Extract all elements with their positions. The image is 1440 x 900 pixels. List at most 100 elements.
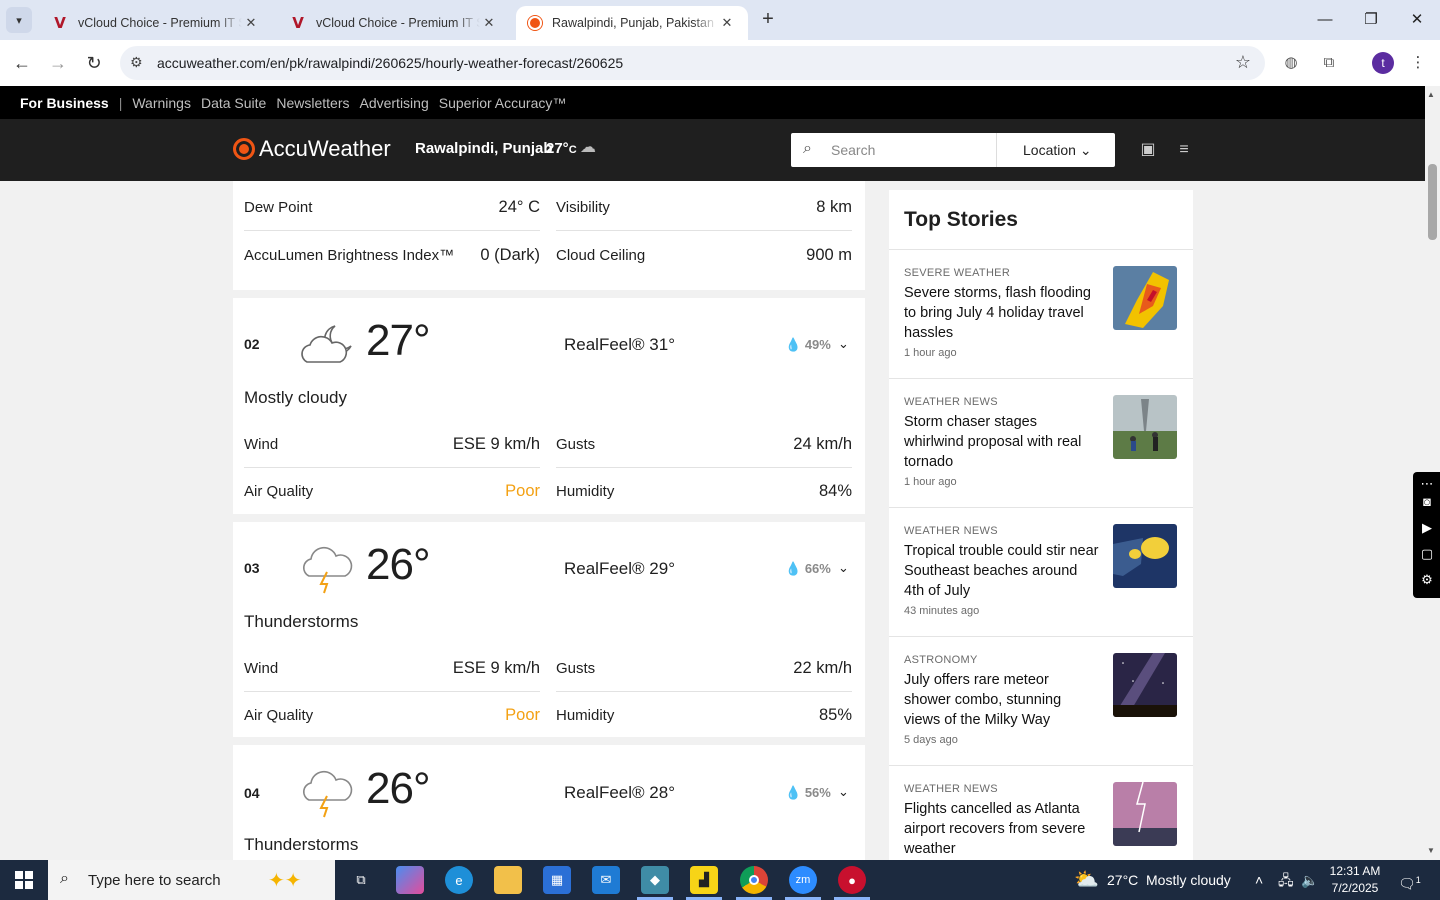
copilot-icon[interactable] (396, 866, 424, 894)
close-tab-icon[interactable]: ✕ (718, 15, 736, 31)
sticky-notes-icon[interactable]: ▟ (690, 866, 718, 894)
profile-avatar[interactable]: t (1372, 52, 1394, 74)
start-button[interactable] (0, 860, 48, 900)
story-age: 1 hour ago (904, 476, 957, 488)
site-info-icon[interactable]: ⚙ (130, 54, 143, 71)
current-location[interactable]: Rawalpindi, Punjab (415, 140, 553, 157)
expand-chevron-icon[interactable]: ⌄ (838, 560, 849, 576)
translate-icon[interactable]: ◍ (1280, 52, 1302, 74)
warnings-link[interactable]: Warnings (132, 95, 191, 111)
video-icon[interactable]: ▣ (1137, 139, 1159, 161)
lightning-thumbnail[interactable] (1113, 782, 1177, 846)
story-headline[interactable]: July offers rare meteor shower combo, st… (904, 670, 1099, 730)
close-window-icon[interactable]: ✕ (1394, 0, 1440, 40)
story-item[interactable]: SEVERE WEATHER Severe storms, flash floo… (889, 249, 1193, 378)
chevron-down-icon: ⌄ (1079, 142, 1092, 158)
restore-icon[interactable]: ❐ (1348, 0, 1394, 40)
url-text[interactable]: accuweather.com/en/pk/rawalpindi/260625/… (157, 55, 623, 71)
data-suite-link[interactable]: Data Suite (201, 95, 266, 111)
mail-icon[interactable]: ✉ (592, 866, 620, 894)
superior-accuracy-link[interactable]: Superior Accuracy™ (439, 95, 567, 111)
video-camera-icon[interactable]: ▶ (1419, 520, 1435, 536)
detail-row: Dew Point 24° C Visibility 8 km (244, 185, 853, 231)
storm-map-thumbnail[interactable] (1113, 266, 1177, 330)
location-dropdown[interactable]: Location ⌄ (1023, 142, 1092, 159)
detail-label: Dew Point (244, 199, 313, 216)
story-item[interactable]: WEATHER NEWS Flights cancelled as Atlant… (889, 765, 1193, 860)
browser-menu-icon[interactable]: ⋮ (1407, 52, 1429, 74)
zoom-icon[interactable]: zm (789, 866, 817, 894)
window-capture-icon[interactable]: ▢ (1419, 546, 1435, 562)
close-tab-icon[interactable]: ✕ (242, 15, 260, 31)
advertising-link[interactable]: Advertising (359, 95, 428, 111)
task-view-icon[interactable]: ⧉ (347, 866, 375, 894)
minimize-icon[interactable]: — (1302, 0, 1348, 40)
volume-icon[interactable]: 🔈 (1301, 860, 1318, 900)
recorder-icon[interactable]: ● (838, 866, 866, 894)
story-headline[interactable]: Storm chaser stages whirlwind proposal w… (904, 412, 1099, 472)
accuweather-logo[interactable]: AccuWeather (233, 136, 391, 162)
precip-value: 49% (804, 337, 831, 352)
scroll-down-icon[interactable]: ▼ (1427, 846, 1435, 855)
new-tab-button[interactable]: + (757, 8, 779, 30)
browser-tab[interactable]: V vCloud Choice - Premium IT Sol ✕ (40, 6, 272, 40)
forward-icon[interactable]: → (46, 51, 70, 75)
detail-value: 85% (818, 705, 852, 724)
webpage: For Business | Warnings Data Suite Newsl… (0, 86, 1425, 860)
detail-label: Humidity (556, 706, 615, 724)
hour-label: 02 (244, 336, 260, 352)
weather-cloud-icon[interactable]: ⛅ (1074, 860, 1099, 900)
file-explorer-icon[interactable] (494, 866, 522, 894)
detail-label: Wind (244, 436, 279, 453)
edge-icon[interactable]: e (445, 866, 473, 894)
detail-value: ESE 9 km/h (452, 435, 540, 453)
show-hidden-icons-icon[interactable]: ˄ (1255, 860, 1263, 900)
search-input[interactable] (831, 139, 981, 161)
hamburger-menu-icon[interactable]: ≡ (1173, 139, 1195, 161)
expand-chevron-icon[interactable]: ⌄ (838, 336, 849, 352)
microsoft-store-icon[interactable]: ▦ (543, 866, 571, 894)
tropical-map-thumbnail[interactable] (1113, 524, 1177, 588)
reload-icon[interactable]: ↻ (82, 51, 106, 75)
for-business-link[interactable]: For Business (20, 95, 109, 111)
story-item[interactable]: WEATHER NEWS Tropical trouble could stir… (889, 507, 1193, 636)
close-tab-icon[interactable]: ✕ (480, 15, 498, 31)
scrollbar-thumb[interactable] (1428, 164, 1437, 240)
address-bar[interactable]: ⚙ accuweather.com/en/pk/rawalpindi/26062… (120, 46, 1265, 80)
newsletters-link[interactable]: Newsletters (276, 95, 349, 111)
browser-tab[interactable]: V vCloud Choice - Premium IT Sol ✕ (278, 6, 510, 40)
top-stories-panel: Top Stories SEVERE WEATHER Severe storms… (889, 190, 1193, 860)
notification-center-icon[interactable]: 🗨1 (1398, 860, 1421, 900)
hourly-card[interactable]: 04 26° RealFeel® 28° 💧 56% ⌄ Thunderstor… (233, 745, 865, 860)
thunderstorm-icon (303, 770, 353, 818)
story-item[interactable]: ASTRONOMY July offers rare meteor shower… (889, 636, 1193, 765)
settings-gear-icon[interactable]: ⚙ (1419, 572, 1435, 588)
extensions-icon[interactable]: ⧉ (1318, 52, 1340, 74)
story-headline[interactable]: Tropical trouble could stir near Southea… (904, 541, 1099, 601)
hourly-card[interactable]: 03 26° RealFeel® 29° 💧 66% ⌄ Thunderstor… (233, 522, 865, 737)
pinned-app-icon[interactable]: ◆ (641, 866, 669, 894)
story-headline[interactable]: Severe storms, flash flooding to bring J… (904, 283, 1099, 343)
hourly-card[interactable]: 02 27° RealFeel® 31° 💧 49% ⌄ Mostly clou… (233, 298, 865, 514)
network-icon[interactable]: 🖧 (1278, 860, 1294, 900)
story-item[interactable]: WEATHER NEWS Storm chaser stages whirlwi… (889, 378, 1193, 507)
tab-search-button[interactable]: ▾ (6, 7, 32, 33)
current-temperature[interactable]: 27°C (546, 140, 577, 157)
taskbar-weather-text[interactable]: Mostly cloudy (1146, 860, 1231, 900)
milky-way-thumbnail[interactable] (1113, 653, 1177, 717)
current-temp-unit: C (568, 144, 577, 156)
browser-tab-active[interactable]: Rawalpindi, Punjab, Pakistan Ho ✕ (516, 6, 748, 40)
bookmark-star-icon[interactable]: ☆ (1235, 52, 1251, 73)
tornado-proposal-thumbnail[interactable] (1113, 395, 1177, 459)
taskbar-clock[interactable]: 12:31 AM 7/2/2025 (1318, 863, 1392, 897)
scroll-up-icon[interactable]: ▲ (1427, 90, 1435, 99)
story-headline[interactable]: Flights cancelled as Atlanta airport rec… (904, 799, 1099, 859)
detail-value: ESE 9 km/h (452, 659, 540, 677)
expand-chevron-icon[interactable]: ⌄ (838, 784, 849, 800)
taskbar-weather-temp[interactable]: 27°C (1107, 860, 1138, 900)
back-icon[interactable]: ← (10, 51, 34, 75)
taskbar-search[interactable]: ⌕ Type here to search ✦✦ (48, 860, 335, 900)
chrome-icon[interactable] (740, 866, 768, 894)
more-tools-icon[interactable]: ⋯ (1419, 476, 1435, 492)
camera-icon[interactable]: ◙ (1419, 494, 1435, 510)
